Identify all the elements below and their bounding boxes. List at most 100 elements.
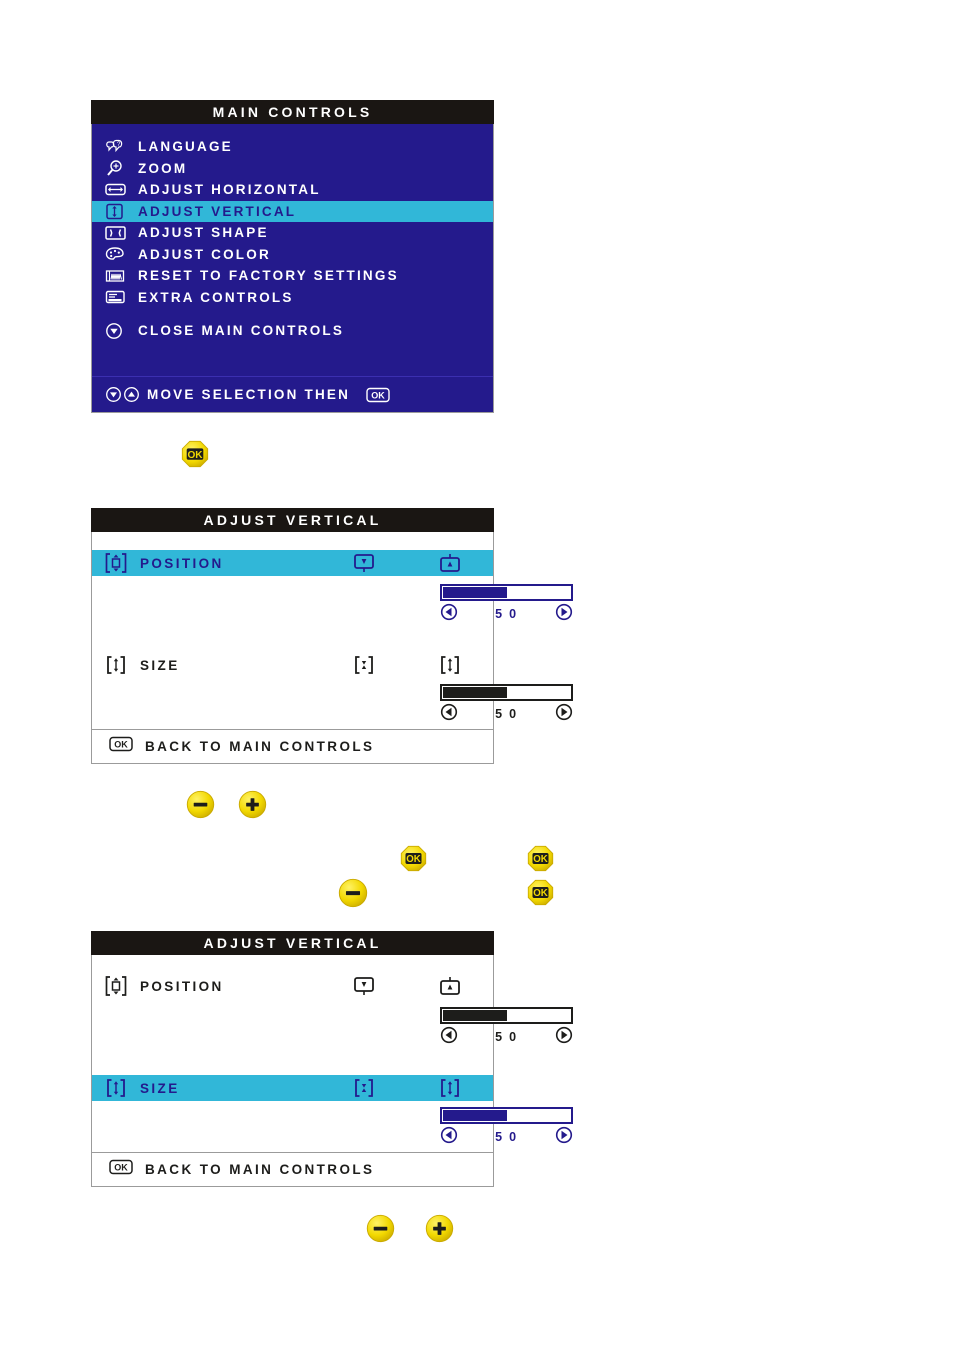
row-position[interactable]: POSITION	[92, 550, 493, 576]
screen-move-down-icon[interactable]	[321, 976, 407, 997]
menu-item-label: ADJUST COLOR	[138, 246, 271, 262]
position-vertical-icon	[92, 975, 140, 997]
svg-text:OK: OK	[533, 888, 548, 899]
adjust-color-icon	[105, 246, 138, 262]
row-size[interactable]: SIZE	[92, 1075, 493, 1101]
screen-move-up-icon[interactable]	[407, 553, 493, 574]
row-position-label: POSITION	[140, 978, 224, 994]
language-icon: ?	[105, 139, 138, 155]
increase-size-icon[interactable]	[555, 703, 573, 726]
position-slider[interactable]	[440, 584, 573, 601]
menu-item-label: EXTRA CONTROLS	[138, 289, 294, 305]
adjust-vertical-title: ADJUST VERTICAL	[91, 931, 494, 955]
menu-item-label: CLOSE MAIN CONTROLS	[138, 323, 345, 339]
svg-text:OK: OK	[406, 854, 421, 865]
size-slider-fill	[443, 687, 507, 698]
menu-item-adjust-vertical[interactable]: ADJUST VERTICAL	[92, 200, 493, 222]
ok-icon: OK	[109, 1159, 133, 1180]
adjust-vertical-panel-1: ADJUST VERTICAL POSITION 5 0 SIZE 5 0 OK…	[91, 508, 573, 764]
size-slider[interactable]	[440, 684, 573, 701]
adjust-shape-icon	[105, 225, 138, 241]
move-selection-label: MOVE SELECTION THEN	[147, 387, 351, 402]
menu-item-adjust-shape[interactable]: ADJUST SHAPE	[92, 222, 493, 244]
increase-position-icon[interactable]	[555, 603, 573, 626]
size-end-icons	[321, 654, 493, 676]
screen-move-up-icon[interactable]	[407, 976, 493, 997]
size-slider[interactable]	[440, 1107, 573, 1124]
position-controls: 5 0	[440, 1026, 573, 1049]
adjust-horizontal-icon	[105, 182, 138, 197]
reset-icon	[105, 268, 138, 284]
menu-spacer	[92, 308, 493, 320]
row-size[interactable]: SIZE	[92, 652, 493, 678]
up-chevron-circle-icon	[124, 387, 139, 402]
ok-button-icon[interactable]: OK	[527, 845, 554, 872]
position-slider[interactable]	[440, 1007, 573, 1024]
back-to-main-controls-2[interactable]: OK BACK TO MAIN CONTROLS	[92, 1152, 493, 1186]
menu-item-close-main-controls[interactable]: CLOSE MAIN CONTROLS	[92, 320, 493, 342]
main-controls-footer: MOVE SELECTION THEN OK	[92, 376, 493, 412]
svg-text:OK: OK	[114, 1163, 128, 1173]
svg-text:OK: OK	[371, 390, 385, 400]
menu-item-reset-to-factory-settings[interactable]: RESET TO FACTORY SETTINGS	[92, 265, 493, 287]
zoom-icon	[105, 160, 138, 177]
increase-position-icon[interactable]	[555, 1026, 573, 1049]
adjust-vertical-panel-2: ADJUST VERTICAL POSITION 5 0 SIZE 5 0 OK…	[91, 931, 573, 1187]
plus-button-icon[interactable]	[425, 1214, 454, 1243]
move-selection-arrows	[105, 386, 140, 403]
adjust-vertical-title: ADJUST VERTICAL	[91, 508, 494, 532]
row-size-label: SIZE	[140, 1080, 180, 1096]
decrease-size-icon[interactable]	[440, 703, 458, 726]
menu-item-label: ZOOM	[138, 160, 188, 176]
decrease-position-icon[interactable]	[440, 1026, 458, 1049]
menu-item-language[interactable]: ? LANGUAGE	[92, 136, 493, 158]
menu-item-label: ADJUST SHAPE	[138, 225, 269, 241]
size-value: 5 0	[495, 1130, 518, 1144]
size-vertical-icon	[92, 1077, 140, 1099]
ok-button-icon[interactable]: OK	[400, 845, 427, 872]
size-grow-icon[interactable]	[407, 654, 493, 676]
position-value: 5 0	[495, 607, 518, 621]
minus-button-icon[interactable]	[186, 790, 215, 819]
decrease-position-icon[interactable]	[440, 603, 458, 626]
increase-size-icon[interactable]	[555, 1126, 573, 1149]
back-label: BACK TO MAIN CONTROLS	[145, 1162, 375, 1177]
size-grow-icon[interactable]	[407, 1077, 493, 1099]
size-slider-fill	[443, 1110, 507, 1121]
down-chevron-circle-icon	[106, 387, 121, 402]
menu-item-zoom[interactable]: ZOOM	[92, 158, 493, 180]
size-value: 5 0	[495, 707, 518, 721]
ok-icon: OK	[366, 387, 390, 403]
menu-item-label: ADJUST HORIZONTAL	[138, 182, 321, 198]
main-controls-title: MAIN CONTROLS	[91, 100, 494, 124]
ok-button-icon[interactable]: OK	[527, 879, 554, 906]
minus-button-icon[interactable]	[338, 878, 368, 908]
minus-button-icon[interactable]	[366, 1214, 395, 1243]
size-controls: 5 0	[440, 1126, 573, 1149]
menu-item-label: ADJUST VERTICAL	[138, 203, 297, 219]
down-chevron-circle-icon	[105, 322, 138, 340]
size-controls: 5 0	[440, 703, 573, 726]
svg-text:OK: OK	[533, 854, 548, 865]
back-label: BACK TO MAIN CONTROLS	[145, 739, 375, 754]
svg-text:OK: OK	[187, 450, 203, 461]
position-end-icons	[321, 553, 493, 574]
extra-controls-icon	[105, 289, 138, 305]
menu-item-label: LANGUAGE	[138, 139, 233, 155]
svg-text:OK: OK	[114, 740, 128, 750]
menu-item-adjust-horizontal[interactable]: ADJUST HORIZONTAL	[92, 179, 493, 201]
size-end-icons	[321, 1077, 493, 1099]
back-to-main-controls-1[interactable]: OK BACK TO MAIN CONTROLS	[92, 729, 493, 763]
size-vertical-icon	[92, 654, 140, 676]
screen-move-down-icon[interactable]	[321, 553, 407, 574]
row-position-label: POSITION	[140, 555, 224, 571]
size-shrink-icon[interactable]	[321, 654, 407, 676]
menu-item-extra-controls[interactable]: EXTRA CONTROLS	[92, 287, 493, 309]
position-slider-fill	[443, 587, 507, 598]
menu-item-adjust-color[interactable]: ADJUST COLOR	[92, 244, 493, 266]
size-shrink-icon[interactable]	[321, 1077, 407, 1099]
row-position[interactable]: POSITION	[92, 973, 493, 999]
ok-button-icon[interactable]: OK	[181, 440, 209, 468]
decrease-size-icon[interactable]	[440, 1126, 458, 1149]
plus-button-icon[interactable]	[238, 790, 267, 819]
